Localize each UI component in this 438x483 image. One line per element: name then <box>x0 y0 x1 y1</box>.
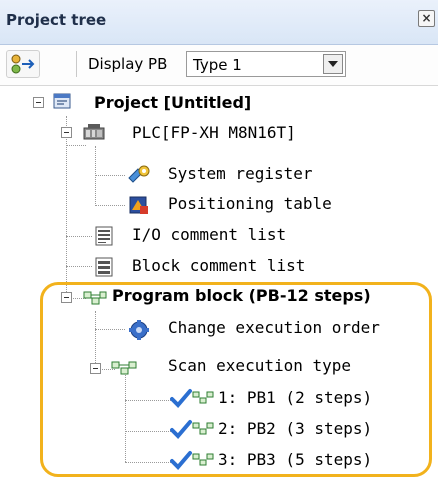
tree-guide <box>66 145 86 146</box>
check-icon <box>170 451 192 470</box>
tree-item-io-comment-list[interactable]: I/O comment list <box>132 225 286 244</box>
tree-guide <box>125 462 171 463</box>
panel-title: Project tree <box>6 11 107 29</box>
project-collapse-toggle[interactable] <box>33 97 44 108</box>
tree-guide <box>95 175 125 176</box>
tree-item-plc[interactable]: PLC[FP-XH M8N16T] <box>132 123 296 142</box>
tree-guide <box>95 329 125 330</box>
io-comment-icon <box>95 226 113 246</box>
tree-guide <box>95 205 125 206</box>
tree-item-positioning-table[interactable]: Positioning table <box>168 194 332 213</box>
program-block-icon <box>83 291 107 305</box>
system-register-icon <box>128 165 150 183</box>
tree-item-pb2[interactable]: 2: PB2 (3 steps) <box>218 419 372 438</box>
block-comment-icon <box>95 257 113 277</box>
tree-guide <box>125 431 171 432</box>
tree-guide <box>66 266 92 267</box>
toolbar-separator <box>76 51 77 77</box>
tree-item-pb3[interactable]: 3: PB3 (5 steps) <box>218 450 372 469</box>
program-block-collapse-toggle[interactable] <box>61 292 72 303</box>
tree-item-program-block[interactable]: Program block (PB-12 steps) <box>112 286 371 305</box>
tree-item-scan-execution-type[interactable]: Scan execution type <box>168 356 351 375</box>
display-type-select[interactable]: Type 1 <box>186 51 346 77</box>
tree-guide <box>66 116 67 298</box>
tree-item-system-register[interactable]: System register <box>168 164 313 183</box>
tree-guide <box>125 372 126 462</box>
tree-item-change-execution-order[interactable]: Change execution order <box>168 318 380 337</box>
project-icon <box>53 93 71 109</box>
close-button[interactable]: × <box>418 10 435 27</box>
tree-options-icon <box>11 54 35 74</box>
plc-icon <box>83 124 105 140</box>
scan-execution-collapse-toggle[interactable] <box>90 363 101 374</box>
change-execution-order-icon <box>129 320 149 340</box>
plc-collapse-toggle[interactable] <box>61 127 72 138</box>
check-icon <box>170 389 192 408</box>
panel-titlebar: Project tree × <box>0 0 438 45</box>
dropdown-button[interactable] <box>323 54 343 74</box>
tree-guide <box>95 146 96 206</box>
scan-execution-type-icon <box>111 361 137 375</box>
tree-item-pb1[interactable]: 1: PB1 (2 steps) <box>218 388 372 407</box>
display-type-value: Type 1 <box>193 56 242 74</box>
highlight-box <box>40 282 432 477</box>
pb-icon <box>192 391 214 404</box>
tree-guide <box>66 236 92 237</box>
chevron-down-icon <box>328 61 338 67</box>
tree-item-block-comment-list[interactable]: Block comment list <box>132 256 305 275</box>
toolbar: Display PB Type 1 <box>0 45 438 86</box>
project-tree: Project [Untitled] PLC[FP-XH M8N16T] Sys… <box>0 86 438 483</box>
positioning-table-icon <box>129 196 148 214</box>
pb-icon <box>192 453 214 466</box>
pb-icon <box>192 422 214 435</box>
tree-item-project[interactable]: Project [Untitled] <box>94 93 251 112</box>
tree-guide <box>95 311 96 371</box>
display-pb-label: Display PB <box>88 55 168 73</box>
tree-guide <box>125 400 171 401</box>
tree-options-button[interactable] <box>6 50 40 78</box>
check-icon <box>170 420 192 439</box>
